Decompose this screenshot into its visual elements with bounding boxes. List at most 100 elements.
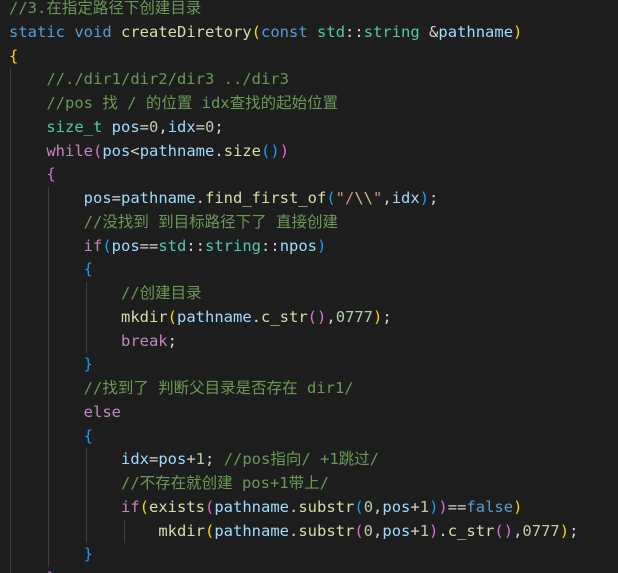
code-line[interactable]: } bbox=[9, 353, 618, 377]
indent-guide bbox=[48, 472, 49, 496]
code-token-b2: ( bbox=[354, 521, 364, 540]
code-token-b2: ( bbox=[205, 497, 215, 516]
code-line[interactable]: //不存在就创建 pos+1带上/ bbox=[9, 472, 618, 496]
code-token-b1: ) bbox=[373, 307, 383, 326]
code-token-func: substr bbox=[298, 521, 355, 540]
code-token-b1: ) bbox=[513, 497, 523, 516]
code-token-num: 1 bbox=[195, 450, 206, 469]
code-token-num: 1 bbox=[419, 521, 430, 540]
code-token-b1: ( bbox=[167, 307, 177, 326]
indent-guide bbox=[86, 472, 87, 496]
code-token-op: + bbox=[410, 497, 420, 516]
code-line[interactable]: { bbox=[9, 163, 618, 187]
indent-guide bbox=[10, 282, 11, 306]
code-line[interactable]: while(pos<pathname.size()) bbox=[9, 139, 618, 164]
code-token-var: pathname bbox=[214, 497, 289, 516]
code-token-op: :: bbox=[186, 236, 206, 255]
code-token-b3: ( bbox=[354, 497, 364, 516]
code-token-comment: //pos指向/ +1跳过/ bbox=[223, 450, 380, 469]
code-line[interactable]: { bbox=[9, 45, 618, 69]
code-line[interactable]: //3.在指定路径下创建目录 bbox=[9, 0, 618, 21]
code-token-op: ; bbox=[205, 450, 224, 469]
code-line[interactable]: //./dir1/dir2/dir3 ../dir3 bbox=[9, 68, 618, 92]
code-token-op: ; bbox=[167, 331, 177, 350]
indent-guide bbox=[48, 400, 49, 425]
indent-guide bbox=[10, 187, 11, 211]
code-token-op: < bbox=[130, 141, 140, 160]
code-token-keyword: static bbox=[9, 22, 65, 41]
code-token-control: if bbox=[120, 497, 140, 516]
code-token-op: == bbox=[139, 236, 159, 255]
code-line[interactable]: break; bbox=[9, 329, 618, 354]
code-area[interactable]: //3.在指定路径下创建目录 static void createDiretory… bbox=[9, 0, 618, 573]
code-token-b1: ( bbox=[251, 22, 262, 41]
indent-guide bbox=[48, 234, 49, 259]
code-token-b3: ) bbox=[429, 497, 439, 516]
indent-guide bbox=[10, 210, 11, 235]
code-token-comment: //pos 找 / 的位置 idx查找的起始位置 bbox=[46, 94, 339, 112]
code-token-comment: //没找到 到目标路径下了 直接创建 bbox=[83, 212, 338, 231]
indent-guide bbox=[86, 305, 87, 330]
code-line[interactable]: mkdir(pathname.c_str(),0777); bbox=[9, 305, 618, 330]
indent-guide bbox=[10, 567, 11, 573]
indent-guide bbox=[10, 400, 11, 425]
code-token-op bbox=[308, 23, 317, 41]
code-token-func: find_first_of bbox=[205, 189, 327, 207]
code-line[interactable]: } bbox=[9, 567, 618, 573]
code-token-b2: { bbox=[46, 165, 56, 184]
code-token-b1: { bbox=[9, 46, 19, 65]
code-line[interactable]: //没找到 到目标路径下了 直接创建 bbox=[9, 210, 618, 235]
code-token-var: pathname bbox=[177, 307, 252, 326]
code-token-op: ; bbox=[214, 117, 224, 136]
code-token-op: ; bbox=[569, 521, 579, 540]
code-token-comment: //./dir1/dir2/dir3 ../dir3 bbox=[46, 70, 289, 89]
code-token-var: pathname bbox=[214, 521, 289, 540]
code-line[interactable]: } bbox=[9, 543, 618, 567]
code-line[interactable]: { bbox=[9, 424, 618, 449]
code-token-var: pos bbox=[111, 236, 140, 255]
code-line[interactable]: pos=pathname.find_first_of("/\\",idx); bbox=[9, 187, 618, 211]
code-line[interactable]: { bbox=[9, 258, 618, 282]
indent-guide bbox=[48, 353, 49, 377]
indent-guide bbox=[10, 472, 11, 496]
indent-guide bbox=[48, 448, 49, 472]
code-line[interactable]: idx=pos+1; //pos指向/ +1跳过/ bbox=[9, 448, 618, 472]
code-line[interactable]: if(exists(pathname.substr(0,pos+1))==fal… bbox=[9, 495, 618, 520]
code-token-func: substr bbox=[298, 497, 355, 516]
code-token-op: = bbox=[195, 117, 206, 136]
code-editor[interactable]: //3.在指定路径下创建目录 static void createDiretory… bbox=[0, 0, 618, 573]
code-token-op bbox=[65, 23, 74, 41]
code-token-b3: ( bbox=[102, 236, 112, 255]
code-token-func: mkdir bbox=[158, 521, 205, 540]
code-token-keyword: false bbox=[466, 497, 514, 516]
indent-guide bbox=[10, 353, 11, 377]
code-line[interactable]: else bbox=[9, 400, 618, 425]
code-token-keyword: const bbox=[261, 22, 308, 41]
indent-guide bbox=[48, 305, 49, 330]
code-line[interactable]: mkdir(pathname.substr(0,pos+1).c_str(),0… bbox=[9, 519, 618, 544]
code-token-func: c_str bbox=[447, 521, 495, 540]
code-token-func: exists bbox=[149, 497, 205, 516]
code-token-op: , bbox=[373, 497, 383, 516]
code-line[interactable]: size_t pos=0,idx=0; bbox=[9, 115, 618, 140]
code-line[interactable]: if(pos==std::string::npos) bbox=[9, 234, 618, 259]
code-token-b3: ) bbox=[419, 189, 430, 207]
code-token-op: , bbox=[326, 307, 336, 326]
code-line[interactable]: //pos 找 / 的位置 idx查找的起始位置 bbox=[9, 92, 618, 116]
code-token-var: pos bbox=[111, 117, 140, 136]
code-token-op: & bbox=[419, 22, 439, 41]
indent-guide bbox=[10, 115, 11, 140]
indent-guide bbox=[48, 187, 49, 211]
code-line[interactable]: //找到了 判断父目录是否存在 dir1/ bbox=[9, 377, 618, 401]
indent-guide bbox=[10, 543, 11, 567]
code-line[interactable]: static void createDiretory(const std::st… bbox=[9, 21, 618, 45]
code-line[interactable]: //创建目录 bbox=[9, 282, 618, 306]
code-token-b1: ( bbox=[139, 497, 149, 516]
code-token-op: , bbox=[158, 117, 168, 136]
